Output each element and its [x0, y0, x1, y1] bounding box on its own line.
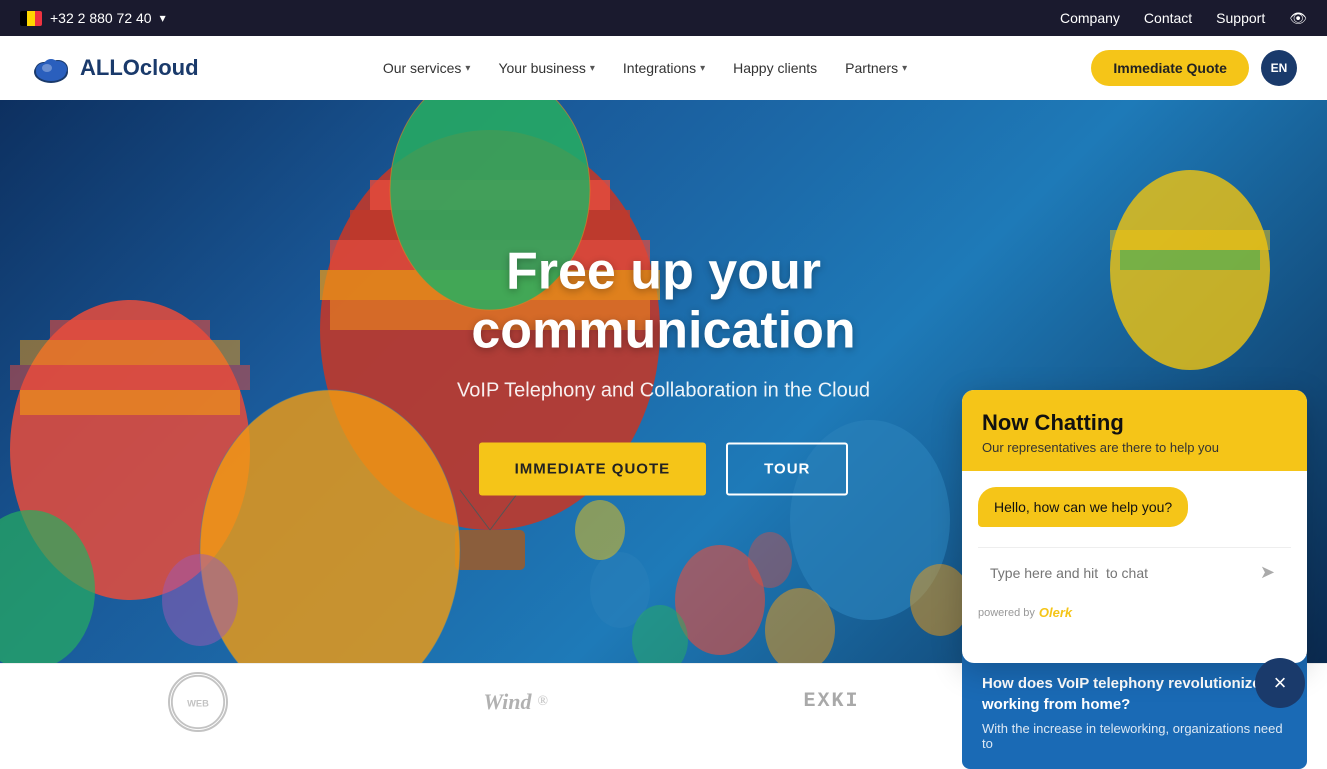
topbar-left: +32 2 880 72 40 ▾ [20, 10, 166, 26]
chat-send-button[interactable]: ➤ [1256, 558, 1279, 587]
hero-immediate-quote-button[interactable]: IMMEDIATE QUOTE [479, 443, 707, 496]
hero-title: Free up your communication [314, 242, 1014, 362]
hero-tour-button[interactable]: TOUR [726, 443, 848, 496]
nav-your-business[interactable]: Your business ▾ [498, 60, 594, 76]
topbar: +32 2 880 72 40 ▾ Company Contact Suppor… [0, 0, 1327, 36]
language-button[interactable]: EN [1261, 50, 1297, 86]
hero-buttons: IMMEDIATE QUOTE TOUR [314, 443, 1014, 496]
partners-chevron-icon: ▾ [902, 63, 907, 74]
logo-text: ALLOcloud [80, 55, 199, 81]
partner-wind: Wind® [483, 689, 548, 715]
hero-content: Free up your communication VoIP Telephon… [314, 242, 1014, 496]
business-chevron-icon: ▾ [590, 63, 595, 74]
chat-widget: Now Chatting Our representatives are the… [962, 390, 1307, 663]
blog-teaser: With the increase in teleworking, organi… [982, 721, 1287, 751]
services-chevron-icon: ▾ [465, 63, 470, 74]
send-icon: ➤ [1260, 562, 1275, 582]
topbar-right: Company Contact Support 👁 [1060, 10, 1307, 27]
powered-by-text: powered by [978, 607, 1035, 619]
clerk-brand: Olerk [1039, 605, 1072, 620]
contact-link[interactable]: Contact [1144, 10, 1192, 26]
chat-header: Now Chatting Our representatives are the… [962, 390, 1307, 471]
chat-title: Now Chatting [982, 410, 1287, 436]
immediate-quote-button[interactable]: Immediate Quote [1091, 50, 1249, 86]
phone-number[interactable]: +32 2 880 72 40 [50, 10, 152, 26]
company-link[interactable]: Company [1060, 10, 1120, 26]
nav-our-services[interactable]: Our services ▾ [383, 60, 471, 76]
navbar: ALLOcloud Our services ▾ Your business ▾… [0, 36, 1327, 100]
nav-links: Our services ▾ Your business ▾ Integrati… [383, 60, 907, 76]
nav-happy-clients[interactable]: Happy clients [733, 60, 817, 76]
logo[interactable]: ALLOcloud [30, 50, 199, 86]
phone-dropdown-icon[interactable]: ▾ [160, 11, 166, 25]
svg-text:WEB: WEB [187, 698, 209, 708]
hero-subtitle: VoIP Telephony and Collaboration in the … [314, 380, 1014, 403]
partner-web: WEB [168, 672, 228, 732]
chat-subtitle: Our representatives are there to help yo… [982, 440, 1287, 455]
chat-footer: powered by Olerk [962, 597, 1307, 632]
chat-input-row: ➤ [978, 547, 1291, 597]
close-chat-button[interactable]: × [1255, 658, 1305, 708]
chat-input[interactable] [990, 565, 1256, 581]
partner-exki: EXKI [804, 690, 860, 713]
chat-bubble: Hello, how can we help you? [978, 487, 1188, 527]
eye-icon[interactable]: 👁 [1289, 10, 1307, 27]
nav-partners[interactable]: Partners ▾ [845, 60, 907, 76]
support-link[interactable]: Support [1216, 10, 1265, 26]
logo-cloud-icon [30, 50, 72, 86]
blog-preview: How does VoIP telephony revolutionize wo… [962, 655, 1307, 769]
integrations-chevron-icon: ▾ [700, 63, 705, 74]
blog-title: How does VoIP telephony revolutionize wo… [982, 673, 1287, 715]
chat-body: Hello, how can we help you? ➤ [962, 471, 1307, 597]
nav-right: Immediate Quote EN [1091, 50, 1297, 86]
nav-integrations[interactable]: Integrations ▾ [623, 60, 705, 76]
flag-icon [20, 11, 42, 26]
